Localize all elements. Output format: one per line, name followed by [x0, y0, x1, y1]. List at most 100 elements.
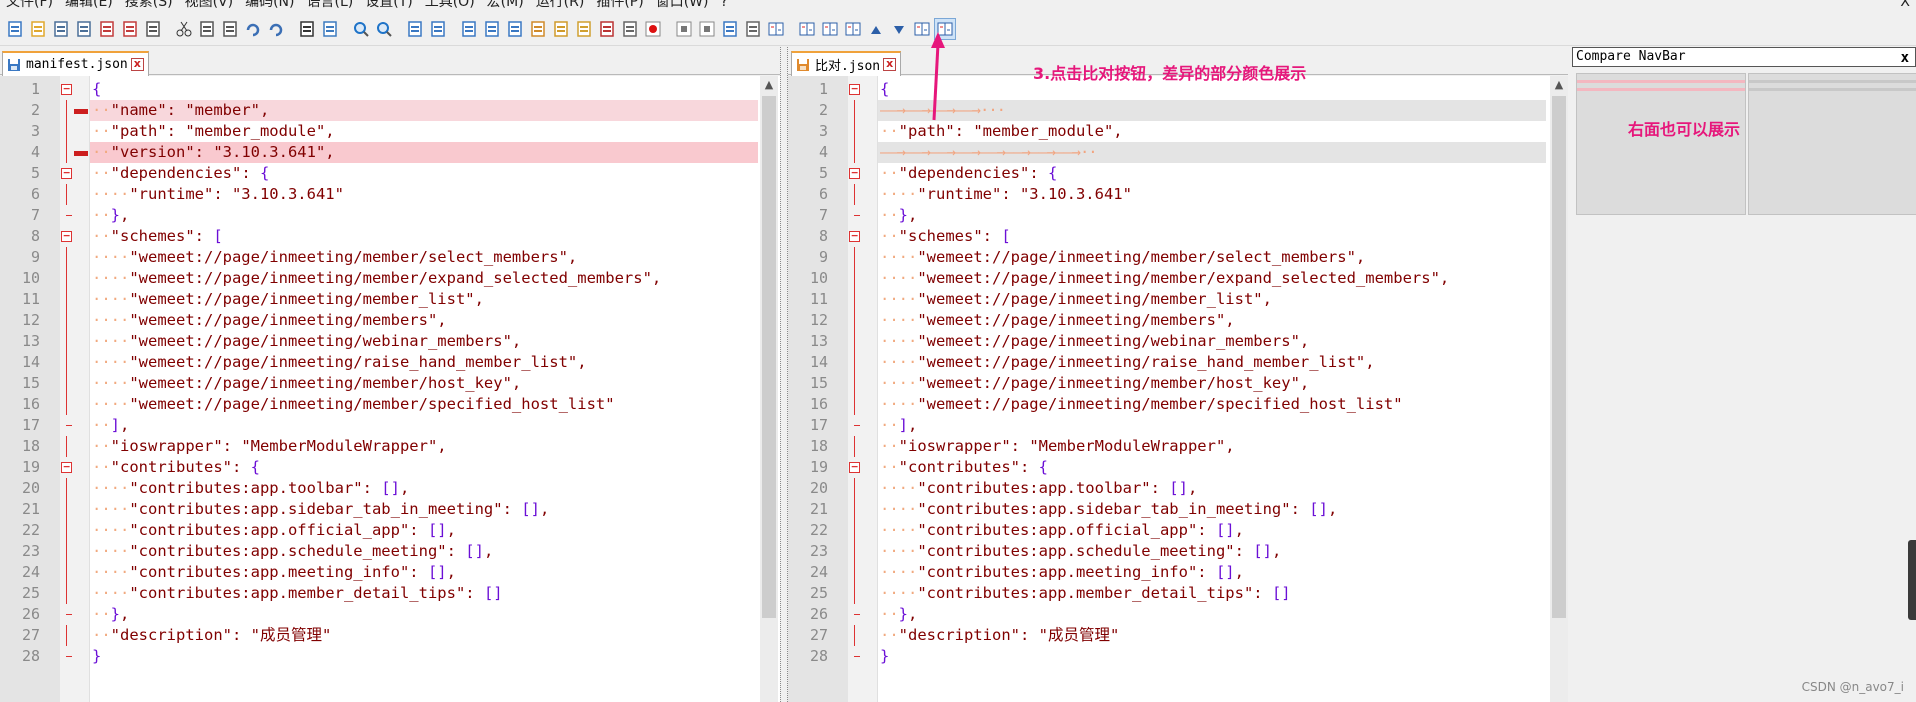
- menu-item-11[interactable]: 窗口(W): [650, 0, 715, 10]
- sync-horizontal-icon[interactable]: [427, 18, 449, 40]
- menu-item-2[interactable]: 搜索(S): [119, 0, 179, 10]
- compare-clear-icon[interactable]: [819, 18, 841, 40]
- menu-item-6[interactable]: 设置(T): [359, 0, 418, 10]
- compare-first-diff-icon[interactable]: [842, 18, 864, 40]
- show-all-chars-icon[interactable]: [481, 18, 503, 40]
- sync-vertical-icon[interactable]: [404, 18, 426, 40]
- code-content: {: [92, 79, 101, 100]
- save-icon[interactable]: [50, 18, 72, 40]
- cut-icon[interactable]: [173, 18, 195, 40]
- code-text: "runtime": "3.10.3.641": [917, 185, 1132, 203]
- code-text: "path": "member_module",: [110, 122, 335, 140]
- paste-icon[interactable]: [219, 18, 241, 40]
- menu-item-7[interactable]: 工具(O): [419, 0, 481, 10]
- menu-item-5[interactable]: 语言(L): [301, 0, 360, 10]
- code-line: 24 ····"contributes:app.meeting_info": []…: [788, 562, 1548, 583]
- undo-icon[interactable]: [242, 18, 264, 40]
- code-text: "version": "3.10.3.641",: [110, 143, 335, 161]
- left-editor[interactable]: ▲ 1−{2 ··"name": "member", 3 ··"path": "mem…: [0, 76, 780, 702]
- compare-icon[interactable]: [796, 18, 818, 40]
- code-line: 5 − ··"dependencies": {: [0, 163, 760, 184]
- vertical-scrollbar[interactable]: ▲: [1550, 76, 1568, 702]
- zoom-out-icon[interactable]: [373, 18, 395, 40]
- close-all-icon[interactable]: [119, 18, 141, 40]
- word-wrap-icon[interactable]: [458, 18, 480, 40]
- line-number: 13: [809, 332, 828, 350]
- menu-item-12[interactable]: ?: [715, 0, 734, 10]
- fold-toggle-icon[interactable]: −: [849, 83, 860, 95]
- tab-compare-json[interactable]: 比对.json x: [791, 51, 902, 76]
- code-line: 12 ····"wemeet://page/inmeeting/members",: [0, 310, 760, 331]
- open-file-icon[interactable]: [27, 18, 49, 40]
- zoom-in-icon[interactable]: [350, 18, 372, 40]
- menu-item-10[interactable]: 插件(P): [590, 0, 649, 10]
- fold-toggle-icon[interactable]: −: [849, 167, 860, 179]
- menu-item-3[interactable]: 视图(V): [179, 0, 240, 10]
- fold-toggle-icon[interactable]: −: [61, 230, 72, 242]
- record-macro-icon[interactable]: [642, 18, 664, 40]
- code-line: 28}: [788, 646, 1548, 667]
- code-text: "wemeet://page/inmeeting/member_list",: [917, 290, 1272, 308]
- run-macro-multiple-icon[interactable]: [719, 18, 741, 40]
- menu-item-8[interactable]: 宏(M): [481, 0, 530, 10]
- scrollbar-thumb[interactable]: [1552, 96, 1566, 618]
- vertical-scrollbar[interactable]: ▲: [760, 76, 778, 702]
- fold-guide: [66, 121, 67, 142]
- code-text: "wemeet://page/inmeeting/webinar_members…: [129, 332, 522, 350]
- tab-close-icon[interactable]: x: [130, 58, 144, 71]
- menu-item-9[interactable]: 运行(R): [530, 0, 591, 10]
- play-macro-icon[interactable]: [696, 18, 718, 40]
- code-text: "wemeet://page/inmeeting/member/specifie…: [129, 395, 615, 413]
- code-line: 16 ····"wemeet://page/inmeeting/member/sp…: [788, 394, 1548, 415]
- user-language-icon[interactable]: [527, 18, 549, 40]
- function-list-icon[interactable]: [550, 18, 572, 40]
- save-all-icon[interactable]: [73, 18, 95, 40]
- fold-toggle-icon[interactable]: −: [61, 461, 72, 473]
- view-splitter[interactable]: [780, 47, 788, 702]
- document-map-icon[interactable]: [596, 18, 618, 40]
- code-content: ··"schemes": [: [92, 226, 223, 247]
- navbar-close-icon[interactable]: x: [1901, 49, 1909, 67]
- scroll-up-icon[interactable]: ▲: [1550, 76, 1568, 94]
- save-macro-icon[interactable]: [742, 18, 764, 40]
- menu-item-1[interactable]: 编辑(E): [59, 0, 119, 10]
- line-number: 28: [21, 647, 40, 665]
- fold-toggle-icon[interactable]: −: [61, 83, 72, 95]
- folder-workspace-icon[interactable]: [573, 18, 595, 40]
- tab-manifest-json[interactable]: manifest.json x: [2, 51, 149, 76]
- navbar-left-map[interactable]: [1576, 73, 1746, 215]
- menu-item-4[interactable]: 编码(N): [239, 0, 300, 10]
- fold-toggle-icon[interactable]: −: [849, 461, 860, 473]
- compare-prev-diff-icon[interactable]: [865, 18, 887, 40]
- code-content: ····"contributes:app.schedule_meeting": …: [92, 541, 493, 562]
- stop-record-icon[interactable]: [673, 18, 695, 40]
- code-content: ——→——→——→——→——→——→——→——→··: [880, 142, 1098, 163]
- scroll-up-icon[interactable]: ▲: [760, 76, 778, 94]
- monitoring-icon[interactable]: [619, 18, 641, 40]
- replace-icon[interactable]: [319, 18, 341, 40]
- window-close-button[interactable]: X: [1900, 0, 1910, 10]
- compare-next-diff-icon[interactable]: [888, 18, 910, 40]
- fold-toggle-icon[interactable]: −: [849, 230, 860, 242]
- right-editor[interactable]: ▲ 1−{2 ——→——→——→——→··· 3 ··"path": "member_…: [788, 76, 1568, 702]
- fold-toggle-icon[interactable]: −: [61, 167, 72, 179]
- code-line: 13 ····"wemeet://page/inmeeting/webinar_m…: [788, 331, 1548, 352]
- copy-icon[interactable]: [196, 18, 218, 40]
- redo-icon[interactable]: [265, 18, 287, 40]
- find-icon[interactable]: [296, 18, 318, 40]
- fold-guide: [66, 541, 67, 562]
- close-icon[interactable]: [96, 18, 118, 40]
- new-file-icon[interactable]: [4, 18, 26, 40]
- code-content: ····"wemeet://page/inmeeting/member/spec…: [880, 394, 1403, 415]
- print-icon[interactable]: [142, 18, 164, 40]
- navbar-right-map[interactable]: [1748, 73, 1916, 215]
- indent-whitespace: ··: [92, 101, 111, 119]
- diff-band-blank: [1749, 80, 1916, 83]
- tab-close-icon[interactable]: x: [883, 58, 897, 71]
- compare-set-first-icon[interactable]: [765, 18, 787, 40]
- scrollbar-thumb[interactable]: [762, 96, 776, 618]
- indent-guide-icon[interactable]: [504, 18, 526, 40]
- code-content: ··],: [92, 415, 129, 436]
- menu-item-0[interactable]: 文件(F): [0, 0, 59, 10]
- line-number: 12: [21, 311, 40, 329]
